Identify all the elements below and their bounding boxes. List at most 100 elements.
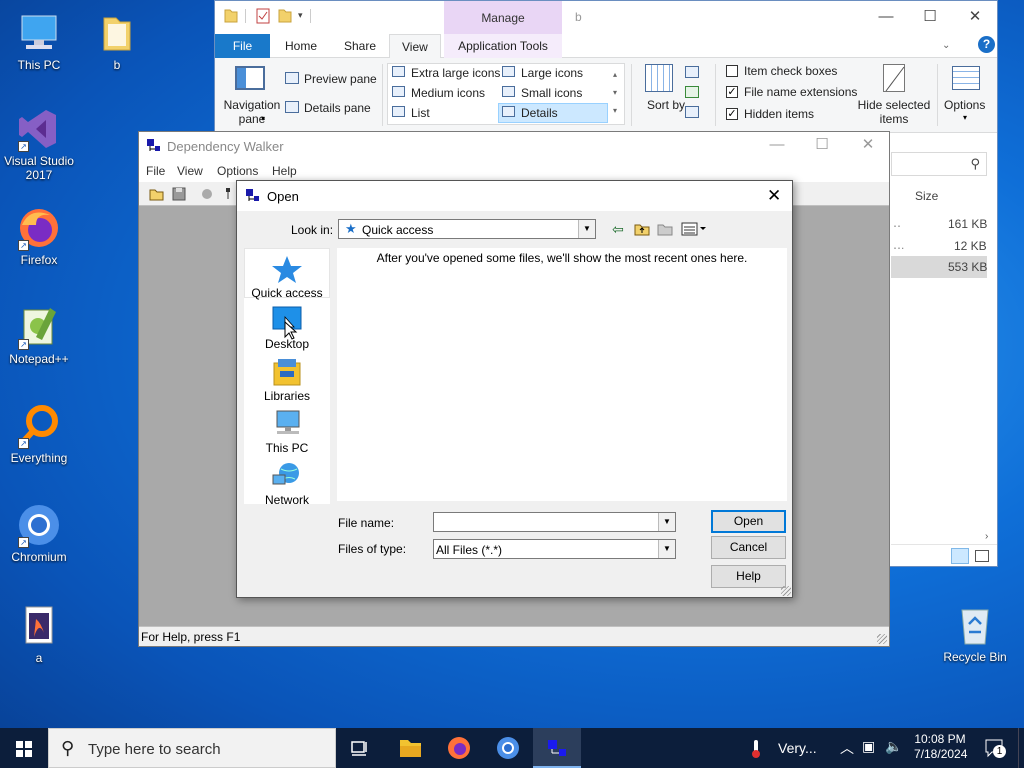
computer-icon [271, 409, 303, 439]
chevron-up-icon[interactable]: ⌄ [942, 40, 950, 51]
details-pane-button[interactable]: Details pane [304, 101, 371, 115]
hidden-items-checkbox[interactable]: ✓ [726, 108, 738, 120]
minimize-button[interactable]: — [754, 135, 800, 155]
large-icons-view-icon[interactable] [975, 550, 989, 562]
weather-text[interactable]: Very... [778, 740, 817, 756]
search-box[interactable]: ⚲ [891, 152, 987, 176]
save-icon[interactable] [170, 185, 188, 203]
start-button[interactable] [0, 728, 48, 768]
depwalker-titlebar[interactable]: Dependency Walker — ☐ ✕ [139, 132, 889, 160]
desktop-icon-notepad-plus-plus[interactable]: ↗ Notepad++ [2, 304, 76, 366]
desktop-icon-recycle-bin[interactable]: Recycle Bin [938, 602, 1012, 664]
dialog-titlebar[interactable]: Open ✕ [237, 181, 792, 211]
navigation-pane-button[interactable]: Navigation pane [222, 98, 282, 126]
view-menu-icon[interactable] [681, 221, 707, 240]
menu-help[interactable]: Help [272, 164, 297, 178]
explorer-titlebar[interactable]: ▾ Manage b — ☐ ✕ [215, 1, 997, 34]
help-button[interactable]: Help [711, 565, 786, 588]
tab-home[interactable]: Home [273, 34, 329, 58]
menu-options[interactable]: Options [217, 164, 258, 178]
notifications-button[interactable]: 1 [984, 738, 1006, 758]
tab-file[interactable]: File [215, 34, 270, 58]
desktop-icon-this-pc[interactable]: This PC [2, 10, 76, 72]
hide-selected-items-button[interactable]: Hide selected items [855, 98, 933, 126]
desktop-icon-file-a[interactable]: a [2, 603, 76, 665]
open-folder-icon[interactable] [148, 185, 166, 203]
menu-file[interactable]: File [146, 164, 165, 178]
weather-icon[interactable] [748, 738, 764, 763]
maximize-button[interactable]: ☐ [799, 135, 845, 155]
maximize-button[interactable]: ☐ [907, 7, 953, 27]
open-file-dialog[interactable]: Open ✕ Look in: ★ Quick access ▼ ⇦ Quick… [236, 180, 793, 598]
place-libraries[interactable]: Libraries [244, 357, 330, 403]
layout-medium-icons[interactable]: Medium icons [411, 86, 485, 100]
clock[interactable]: 10:08 PM 7/18/2024 [914, 732, 967, 762]
layout-small-icons[interactable]: Small icons [521, 86, 582, 100]
back-icon[interactable]: ⇦ [612, 221, 624, 238]
look-in-combo[interactable]: ★ Quick access ▼ [338, 219, 596, 239]
file-name-input[interactable]: ▼ [433, 512, 676, 532]
taskbar-firefox[interactable] [435, 728, 483, 768]
tab-manage[interactable]: Manage [444, 1, 562, 34]
place-network[interactable]: Network [244, 461, 330, 507]
taskbar-chromium[interactable] [484, 728, 532, 768]
layout-list[interactable]: List [411, 106, 430, 120]
tab-share[interactable]: Share [332, 34, 388, 58]
cancel-button[interactable]: Cancel [711, 536, 786, 559]
volume-muted-icon[interactable]: 🔈 [885, 738, 902, 755]
item-check-boxes-checkbox[interactable] [726, 65, 738, 77]
preview-pane-button[interactable]: Preview pane [304, 72, 377, 86]
scroll-right-icon[interactable]: › [985, 531, 988, 542]
show-desktop-button[interactable] [1018, 728, 1024, 768]
options-button[interactable]: Options [944, 98, 985, 112]
properties-icon[interactable] [256, 8, 270, 24]
desktop-icon-everything[interactable]: ↗ Everything [2, 403, 76, 465]
taskbar-file-explorer[interactable] [386, 728, 434, 768]
sort-by-button[interactable]: Sort by [647, 98, 685, 112]
task-view-button[interactable] [336, 728, 384, 768]
file-name-extensions-checkbox[interactable]: ✓ [726, 86, 738, 98]
gallery-scroll-icon[interactable]: ▴ ▾ ▾ [613, 66, 617, 120]
resize-grip[interactable] [781, 586, 791, 596]
taskbar-dependency-walker[interactable] [533, 728, 581, 768]
desktop-icon-folder-b[interactable]: b [80, 10, 154, 72]
files-of-type-select[interactable]: All Files (*.*) ▼ [433, 539, 676, 559]
up-folder-icon[interactable] [634, 221, 650, 240]
help-icon[interactable]: ? [978, 36, 995, 53]
close-button[interactable]: ✕ [952, 7, 998, 27]
chevron-down-icon[interactable]: ▼ [658, 513, 675, 531]
chevron-down-icon[interactable]: ▾ [298, 10, 303, 21]
place-this-pc[interactable]: This PC [244, 409, 330, 455]
menu-view[interactable]: View [177, 164, 203, 178]
desktop-icon-visual-studio[interactable]: ↗ Visual Studio 2017 [2, 106, 76, 182]
new-folder-icon[interactable] [657, 221, 673, 240]
layout-large-icons[interactable]: Large icons [521, 66, 583, 80]
taskbar-search[interactable]: ⚲ Type here to search [48, 728, 336, 768]
recycle-bin-icon [952, 602, 998, 648]
resize-grip[interactable] [877, 634, 887, 644]
size-columns-icon[interactable] [685, 106, 699, 118]
place-quick-access[interactable]: Quick access [244, 254, 330, 300]
tab-view[interactable]: View [389, 34, 441, 58]
network-icon[interactable]: ▣ [862, 738, 875, 755]
profile-icon[interactable] [198, 185, 216, 203]
layout-extra-large-icons[interactable]: Extra large icons [411, 66, 500, 80]
file-list[interactable]: After you've opened some files, we'll sh… [337, 248, 787, 501]
chevron-down-icon[interactable]: ▼ [658, 540, 675, 558]
group-by-icon[interactable] [685, 66, 699, 78]
layout-details[interactable]: Details [521, 106, 558, 120]
tab-application-tools[interactable]: Application Tools [444, 34, 562, 58]
add-columns-icon[interactable] [685, 86, 699, 98]
new-folder-icon[interactable] [278, 8, 292, 23]
chevron-down-icon[interactable]: ▼ [578, 220, 595, 238]
column-header-size[interactable]: Size [915, 189, 938, 203]
chevron-up-icon[interactable]: ︿ [840, 738, 854, 758]
desktop-icon-chromium[interactable]: ↗ Chromium [2, 502, 76, 564]
details-view-icon[interactable] [951, 548, 969, 564]
desktop-icon-firefox[interactable]: ↗ Firefox [2, 205, 76, 267]
close-button[interactable]: ✕ [767, 186, 781, 206]
close-button[interactable]: ✕ [845, 135, 891, 155]
search-icon: ⚲ [61, 738, 75, 758]
open-button[interactable]: Open [711, 510, 786, 533]
minimize-button[interactable]: — [863, 7, 909, 27]
